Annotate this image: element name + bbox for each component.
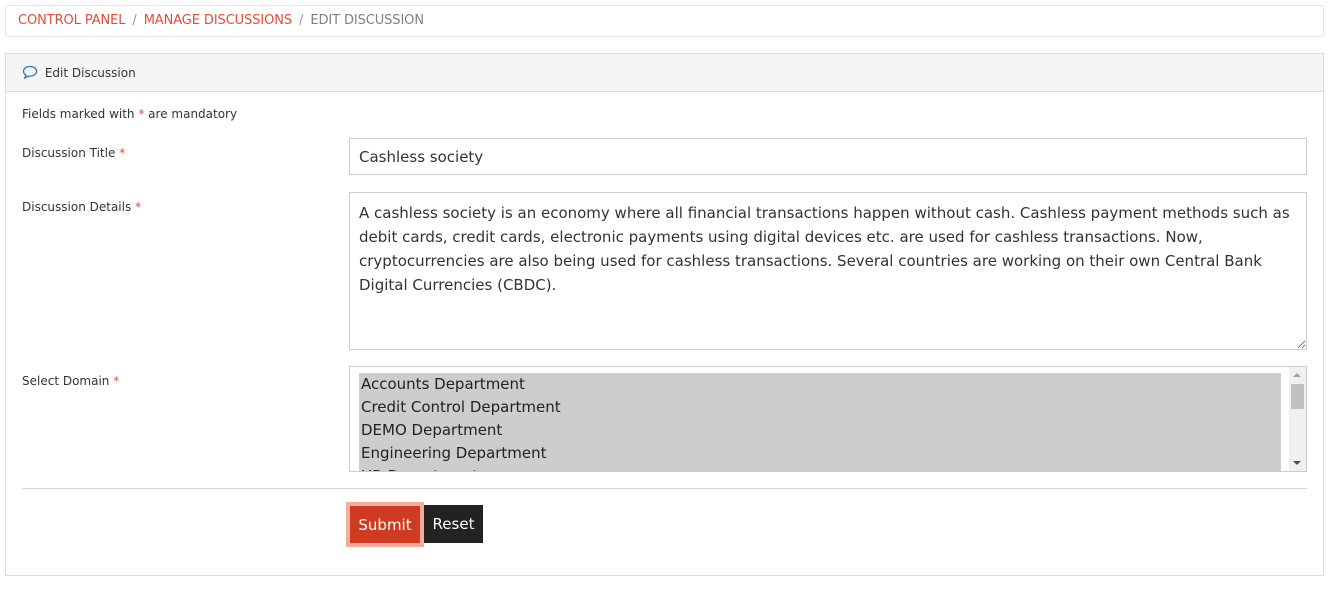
discussion-details-label: Discussion Details * xyxy=(22,200,141,214)
select-domain-listbox[interactable]: Accounts Department Credit Control Depar… xyxy=(349,366,1307,472)
note-text: are mandatory xyxy=(144,107,238,121)
domain-option[interactable]: HR Department xyxy=(359,465,1281,471)
domain-option[interactable]: DEMO Department xyxy=(359,419,1281,442)
form-divider xyxy=(22,488,1307,489)
panel-heading: Edit Discussion xyxy=(6,54,1323,92)
speech-bubble-icon xyxy=(22,65,38,80)
scroll-down-arrow-icon[interactable] xyxy=(1293,461,1301,465)
note-text: Fields marked with xyxy=(22,107,139,121)
panel-title: Edit Discussion xyxy=(44,66,136,80)
label-text: Discussion Title xyxy=(22,146,116,160)
domain-option[interactable]: Accounts Department xyxy=(359,373,1281,396)
mandatory-note: Fields marked with * are mandatory xyxy=(22,107,237,121)
scroll-up-arrow-icon[interactable] xyxy=(1293,373,1301,377)
breadcrumb-manage-discussions[interactable]: MANAGE DISCUSSIONS xyxy=(144,13,292,28)
breadcrumb: CONTROL PANEL / MANAGE DISCUSSIONS / EDIT DI… xyxy=(5,5,1324,37)
domain-options: Accounts Department Credit Control Depar… xyxy=(359,373,1281,471)
breadcrumb-edit-discussion: EDIT DISCUSSION xyxy=(310,13,424,28)
required-marker: * xyxy=(135,200,142,214)
select-domain-label: Select Domain * xyxy=(22,374,119,388)
label-text: Select Domain xyxy=(22,374,110,388)
discussion-details-textarea[interactable]: A cashless society is an economy where a… xyxy=(349,192,1307,350)
breadcrumb-separator: / xyxy=(132,13,137,28)
edit-discussion-panel: Edit Discussion Fields marked with * are… xyxy=(5,53,1324,576)
breadcrumb-control-panel[interactable]: CONTROL PANEL xyxy=(18,13,126,28)
domain-option[interactable]: Credit Control Department xyxy=(359,396,1281,419)
discussion-title-input[interactable] xyxy=(349,138,1307,175)
reset-button[interactable]: Reset xyxy=(424,505,483,543)
breadcrumb-separator: / xyxy=(299,13,304,28)
required-marker: * xyxy=(113,374,120,388)
required-marker: * xyxy=(119,146,126,160)
submit-button[interactable]: Submit xyxy=(346,502,424,547)
discussion-title-label: Discussion Title * xyxy=(22,146,125,160)
listbox-scrollbar[interactable] xyxy=(1289,367,1306,471)
domain-option[interactable]: Engineering Department xyxy=(359,442,1281,465)
scroll-thumb[interactable] xyxy=(1291,384,1304,409)
label-text: Discussion Details xyxy=(22,200,132,214)
